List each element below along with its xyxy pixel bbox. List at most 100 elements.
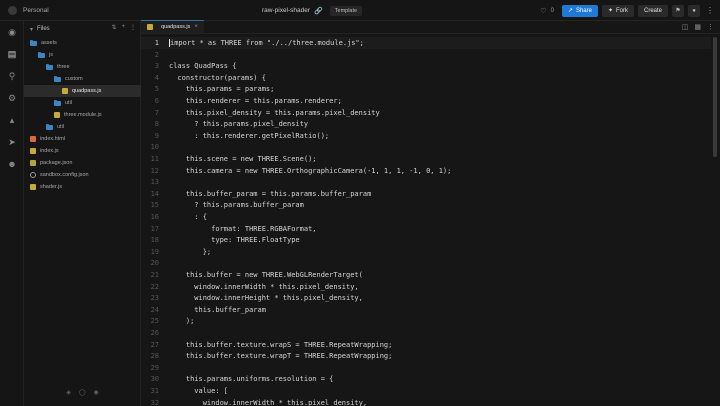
code-text: type: THREE.FloatType bbox=[169, 236, 300, 245]
tree-item-label: index.js bbox=[40, 148, 59, 154]
tree-item[interactable]: js bbox=[24, 49, 141, 61]
code-line: 23 window.innerHeight * this.pixel_densi… bbox=[141, 292, 711, 304]
code-line: 5 this.params = params; bbox=[141, 83, 711, 95]
top-bar-actions: ♡ 0 ↗ Share ✦ Fork Create ⚑ ● ⋮ bbox=[540, 0, 714, 21]
folder-icon bbox=[46, 123, 53, 130]
tree-item[interactable]: index.js bbox=[24, 145, 141, 157]
split-view-icon[interactable]: ◫ bbox=[682, 23, 689, 31]
workspace-avatar[interactable] bbox=[8, 5, 17, 15]
code-text: this.params.uniforms.resolution = { bbox=[169, 375, 334, 384]
more-icon[interactable]: ⋮ bbox=[707, 23, 714, 31]
line-number: 8 bbox=[154, 120, 159, 129]
fork-button[interactable]: ✦ Fork bbox=[601, 4, 634, 17]
github-icon[interactable]: ◯ bbox=[79, 389, 86, 396]
js-file-icon bbox=[147, 24, 153, 30]
code-editor: quadpass.js × ◫ ▦ ⋮ 1 import * as THREE f… bbox=[141, 20, 720, 406]
settings-icon[interactable]: ⚙ bbox=[7, 93, 17, 103]
chevron-down-icon[interactable]: ▾ bbox=[30, 26, 33, 33]
layout-icon[interactable]: ▦ bbox=[694, 23, 701, 31]
code-text: value: [ bbox=[169, 387, 229, 395]
line-number: 5 bbox=[154, 85, 159, 94]
tree-item-label: quadpass.js bbox=[72, 88, 102, 94]
tab-label: quadpass.js bbox=[161, 24, 191, 30]
tree-item-label: three.module.js bbox=[64, 112, 102, 118]
code-line: 15 ? this.params.buffer_param bbox=[141, 199, 711, 211]
code-line: 9 : this.renderer.getPixelRatio(); bbox=[141, 130, 711, 142]
line-number: 28 bbox=[150, 352, 159, 361]
avatar: ● bbox=[692, 7, 696, 14]
close-icon[interactable]: × bbox=[194, 24, 198, 30]
more-menu-icon[interactable]: ⋮ bbox=[706, 6, 714, 15]
fork-icon: ✦ bbox=[607, 8, 613, 14]
code-line: 3 class QuadPass { bbox=[141, 60, 711, 72]
code-text: : { bbox=[169, 213, 207, 221]
code-line: 13 bbox=[141, 176, 711, 188]
activity-bar: ◉ ▤ ⚲ ⚙ ▴ ➤ ☻ bbox=[0, 21, 24, 406]
heart-icon[interactable]: ♡ bbox=[540, 7, 546, 15]
users-icon[interactable]: ☻ bbox=[7, 159, 17, 169]
project-name[interactable]: raw-pixel-shader bbox=[262, 7, 310, 14]
code-line: 14 this.buffer_param = this.params.buffe… bbox=[141, 188, 711, 200]
template-badge[interactable]: Template bbox=[329, 5, 363, 16]
line-number: 17 bbox=[150, 224, 159, 233]
deploy-icon[interactable]: ➤ bbox=[7, 137, 17, 147]
code-line: 22 window.innerWidth * this.pixel_densit… bbox=[141, 281, 711, 293]
code-text: ? this.params.pixel_density bbox=[169, 120, 309, 129]
tree-item[interactable]: three.module.js bbox=[24, 109, 141, 121]
line-number: 16 bbox=[150, 213, 159, 221]
create-button[interactable]: Create bbox=[637, 4, 668, 17]
tree-item[interactable]: index.html bbox=[24, 133, 141, 145]
notifications-button[interactable]: ⚑ bbox=[672, 4, 684, 17]
code-line: 12 this.camera = new THREE.OrthographicC… bbox=[141, 165, 711, 177]
tree-item[interactable]: sandbox.config.json bbox=[24, 169, 141, 181]
share-button[interactable]: ↗ Share bbox=[561, 4, 598, 17]
tree-item[interactable]: shader.js bbox=[24, 181, 141, 193]
tree-item[interactable]: package.json bbox=[24, 157, 141, 169]
workspace-name[interactable]: Personal bbox=[23, 7, 49, 14]
code-text: this.buffer.texture.wrapS = THREE.Repeat… bbox=[169, 340, 393, 349]
tree-item[interactable]: util bbox=[24, 121, 141, 133]
dashboard-icon[interactable]: ◉ bbox=[7, 27, 17, 37]
code-line: 16 : { bbox=[141, 211, 711, 223]
sort-icon[interactable]: ⇅ bbox=[111, 24, 116, 31]
gear-icon bbox=[30, 172, 36, 178]
tree-item-label: assets bbox=[41, 40, 57, 46]
tree-item[interactable]: assets bbox=[24, 37, 141, 49]
tree-item[interactable]: util bbox=[24, 97, 141, 109]
tree-item-label: package.json bbox=[40, 160, 73, 166]
vertical-scrollbar[interactable] bbox=[713, 37, 717, 157]
line-number: 27 bbox=[150, 340, 159, 349]
link-icon[interactable]: 🔗 bbox=[314, 7, 323, 15]
js-file-icon bbox=[30, 184, 36, 190]
folder-icon bbox=[30, 39, 37, 46]
project-title-group: raw-pixel-shader 🔗 Template bbox=[262, 0, 363, 21]
fork-label: Fork bbox=[615, 7, 628, 14]
create-label: Create bbox=[643, 7, 662, 14]
line-number: 25 bbox=[150, 317, 159, 326]
line-number: 6 bbox=[154, 97, 159, 105]
files-icon[interactable]: ▤ bbox=[7, 49, 17, 59]
code-text: this.buffer_param bbox=[169, 305, 266, 314]
git-icon[interactable]: ▴ bbox=[7, 115, 17, 125]
tree-item[interactable]: custom bbox=[24, 73, 141, 85]
line-number: 19 bbox=[150, 247, 159, 256]
likes-count: 0 bbox=[550, 7, 554, 14]
explorer-footer: ◈ ◯ ◉ bbox=[24, 389, 141, 396]
code-area[interactable]: 1 import * as THREE from "./../three.modu… bbox=[141, 35, 720, 406]
code-line: 30 this.params.uniforms.resolution = { bbox=[141, 373, 711, 385]
discord-icon[interactable]: ◉ bbox=[94, 389, 99, 396]
user-avatar-button[interactable]: ● bbox=[688, 4, 700, 17]
tab-quadpass[interactable]: quadpass.js × bbox=[141, 20, 204, 33]
line-number: 9 bbox=[154, 131, 159, 140]
js-file-icon bbox=[30, 148, 36, 154]
new-file-icon[interactable]: + bbox=[121, 24, 125, 31]
search-icon[interactable]: ⚲ bbox=[7, 71, 17, 81]
line-number: 2 bbox=[154, 50, 159, 59]
code-line: 18 type: THREE.FloatType bbox=[141, 234, 711, 246]
tree-item[interactable]: three bbox=[24, 61, 141, 73]
more-icon[interactable]: ⋮ bbox=[130, 24, 136, 31]
tree-item[interactable]: quadpass.js bbox=[24, 85, 141, 97]
code-line: 1 import * as THREE from "./../three.modu… bbox=[141, 37, 711, 49]
twitter-icon[interactable]: ◈ bbox=[66, 389, 71, 396]
code-line: 11 this.scene = new THREE.Scene(); bbox=[141, 153, 711, 165]
